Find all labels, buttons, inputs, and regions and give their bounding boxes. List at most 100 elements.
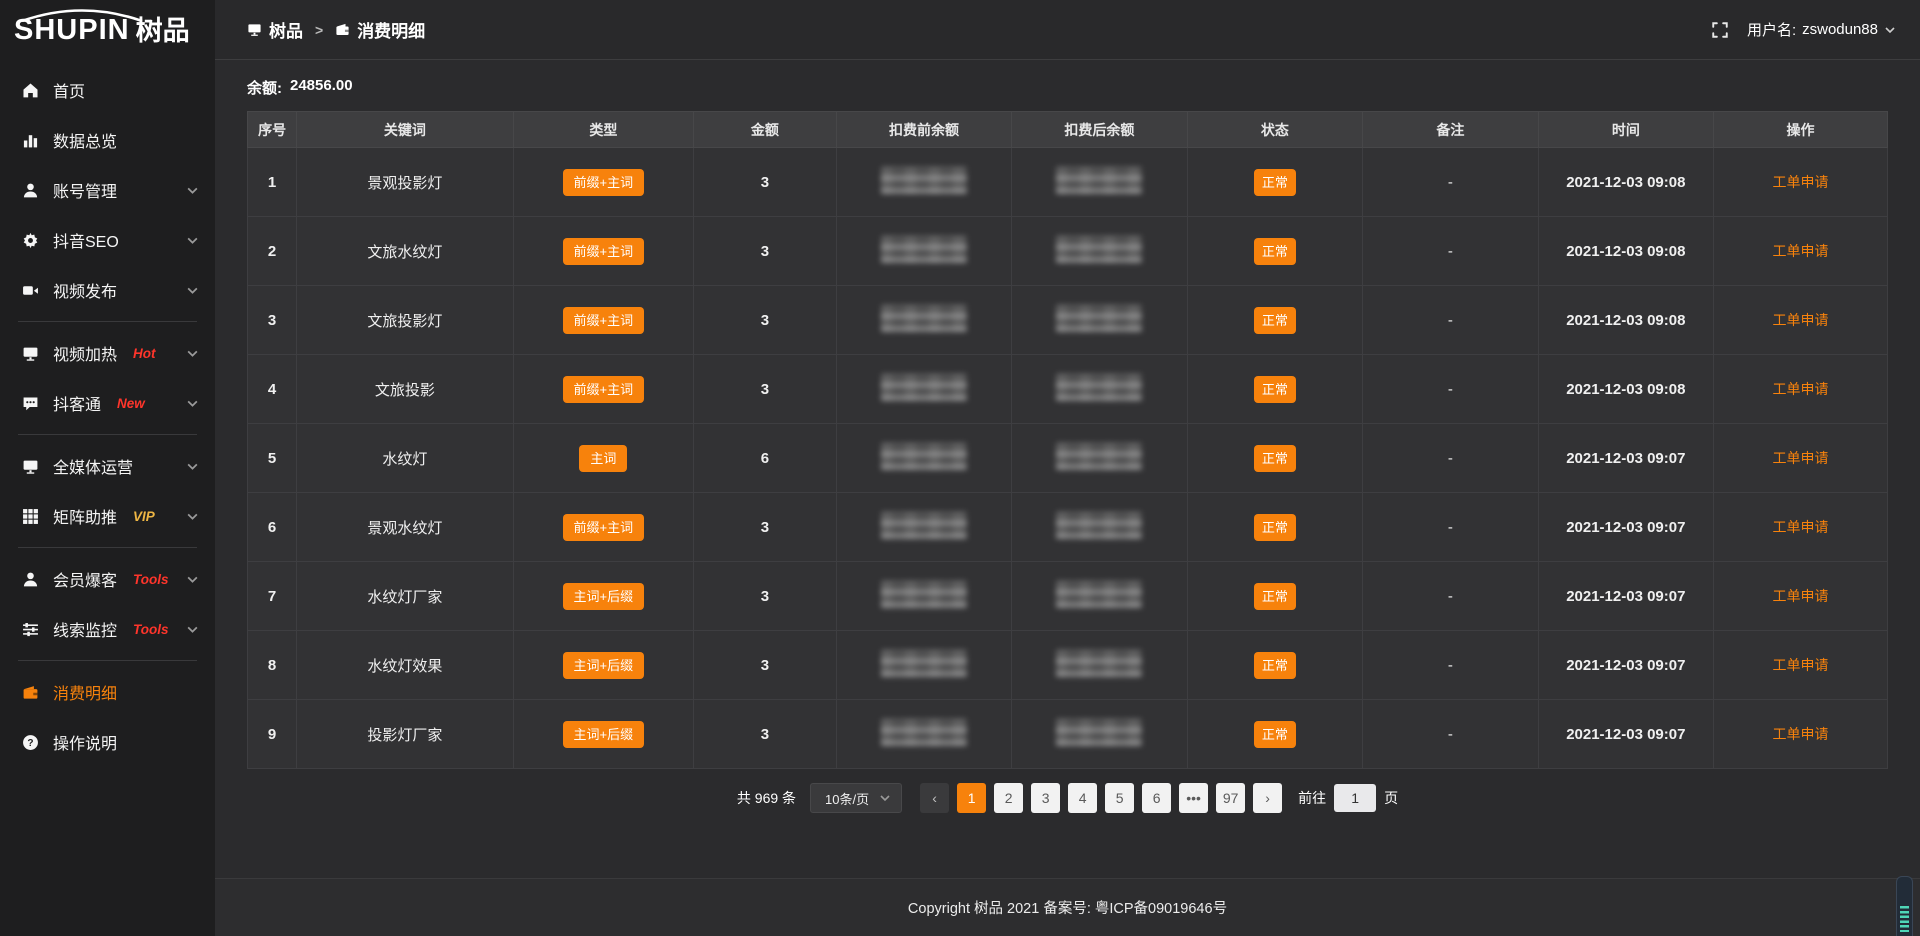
svg-text:?: ? [27,738,33,749]
cell-action: 工单申请 [1714,424,1888,493]
chevron-down-icon [186,234,199,247]
ticket-apply-link[interactable]: 工单申请 [1773,381,1829,397]
cell-amount: 3 [694,217,837,286]
cell-balance-after [1012,424,1187,493]
cell-balance-before [836,562,1011,631]
sidebar-divider [18,660,197,661]
page-next-button[interactable]: › [1253,783,1282,813]
floating-widget[interactable] [1896,876,1913,936]
sidebar-item-video-heat[interactable]: 视频加热 Hot [0,328,215,378]
sidebar-divider [18,547,197,548]
page-size-select[interactable]: 10条/页 [810,783,902,813]
status-badge: 正常 [1254,514,1296,541]
cell-keyword: 文旅水纹灯 [297,217,513,286]
wallet-icon [22,684,39,701]
chevron-down-icon [879,792,891,804]
page-2-button[interactable]: 2 [994,783,1023,813]
sidebar-item-operation-guide[interactable]: ? 操作说明 [0,717,215,767]
sidebar-item-douketong[interactable]: 抖客通 New [0,378,215,428]
table-row: 9 投影灯厂家 主词+后缀 3 正常 - 2021-12-03 09:07 工单… [248,700,1888,769]
sidebar-item-member-baoke[interactable]: 会员爆客 Tools [0,554,215,604]
page-prev-button[interactable]: ‹ [920,783,949,813]
cell-status: 正常 [1187,286,1362,355]
redacted-balance-before [881,581,967,608]
sidebar-item-all-media-operation[interactable]: 全媒体运营 [0,441,215,491]
pagination-total: 共 969 条 [737,788,796,808]
ticket-apply-link[interactable]: 工单申请 [1773,519,1829,535]
status-badge: 正常 [1254,583,1296,610]
page-5-button[interactable]: 5 [1105,783,1134,813]
sidebar-item-consumption-detail[interactable]: 消费明细 [0,667,215,717]
table-row: 1 景观投影灯 前缀+主词 3 正常 - 2021-12-03 09:08 工单… [248,148,1888,217]
status-badge: 正常 [1254,721,1296,748]
page-4-button[interactable]: 4 [1068,783,1097,813]
ticket-apply-link[interactable]: 工单申请 [1773,726,1829,742]
app-logo[interactable]: SHUPIN 树品 [0,0,215,55]
cell-type: 主词+后缀 [513,562,693,631]
page-3-button[interactable]: 3 [1031,783,1060,813]
goto-page-input[interactable] [1334,784,1376,812]
cell-balance-before [836,700,1011,769]
logo-text-cn: 树品 [136,18,190,45]
wallet-icon [335,22,350,37]
cell-action: 工单申请 [1714,148,1888,217]
chevron-down-icon [186,623,199,636]
sidebar-tag-tools: Tools [133,622,169,637]
page-6-button[interactable]: 6 [1142,783,1171,813]
ticket-apply-link[interactable]: 工单申请 [1773,450,1829,466]
sidebar-item-account-management[interactable]: 账号管理 [0,165,215,215]
ticket-apply-link[interactable]: 工单申请 [1773,243,1829,259]
balance-value: 24856.00 [290,77,353,98]
cell-keyword: 水纹灯效果 [297,631,513,700]
cell-type: 前缀+主词 [513,148,693,217]
page-more-button[interactable]: ••• [1179,783,1208,813]
status-badge: 正常 [1254,376,1296,403]
sidebar-item-clue-monitor[interactable]: 线索监控 Tools [0,604,215,654]
column-header-1: 关键词 [297,112,513,148]
cell-amount: 3 [694,631,837,700]
chevron-down-icon [186,347,199,360]
cell-time: 2021-12-03 09:07 [1538,700,1713,769]
cell-amount: 3 [694,562,837,631]
cell-index: 3 [248,286,297,355]
sidebar-tag-new: New [117,396,145,411]
ticket-apply-link[interactable]: 工单申请 [1773,174,1829,190]
cell-keyword: 水纹灯厂家 [297,562,513,631]
page-1-button[interactable]: 1 [957,783,986,813]
cell-status: 正常 [1187,424,1362,493]
cell-time: 2021-12-03 09:08 [1538,355,1713,424]
ticket-apply-link[interactable]: 工单申请 [1773,657,1829,673]
sidebar-item-data-overview[interactable]: 数据总览 [0,115,215,165]
sidebar-item-video-publish[interactable]: 视频发布 [0,265,215,315]
cell-index: 1 [248,148,297,217]
page-97-button[interactable]: 97 [1216,783,1245,813]
cell-type: 前缀+主词 [513,286,693,355]
cell-balance-after [1012,631,1187,700]
sidebar-item-matrix-boost[interactable]: 矩阵助推 VIP [0,491,215,541]
ticket-apply-link[interactable]: 工单申请 [1773,312,1829,328]
user-icon [22,182,39,199]
topbar-right: 用户名: zswodun88 [1711,19,1896,40]
cell-index: 2 [248,217,297,286]
breadcrumb-root[interactable]: 树品 [247,17,303,42]
sidebar-item-home[interactable]: 首页 [0,65,215,115]
user-menu[interactable]: 用户名: zswodun88 [1747,19,1896,40]
sidebar-tag-tools: Tools [133,572,169,587]
column-header-2: 类型 [513,112,693,148]
ticket-apply-link[interactable]: 工单申请 [1773,588,1829,604]
redacted-balance-after [1056,719,1142,746]
breadcrumb-current[interactable]: 消费明细 [335,17,425,42]
top-bar: 树品 > 消费明细 用户名: zswodun88 [215,0,1920,60]
cell-balance-after [1012,286,1187,355]
sidebar-item-douyin-seo[interactable]: 抖音SEO [0,215,215,265]
table-row: 7 水纹灯厂家 主词+后缀 3 正常 - 2021-12-03 09:07 工单… [248,562,1888,631]
cell-type: 主词+后缀 [513,700,693,769]
goto-label: 前往 [1298,788,1326,808]
fullscreen-icon[interactable] [1711,21,1729,39]
cell-action: 工单申请 [1714,286,1888,355]
type-badge: 主词 [579,445,627,472]
table-row: 6 景观水纹灯 前缀+主词 3 正常 - 2021-12-03 09:07 工单… [248,493,1888,562]
breadcrumb: 树品 > 消费明细 [247,17,425,42]
table-row: 2 文旅水纹灯 前缀+主词 3 正常 - 2021-12-03 09:08 工单… [248,217,1888,286]
sidebar-tag-vip: VIP [133,509,155,524]
